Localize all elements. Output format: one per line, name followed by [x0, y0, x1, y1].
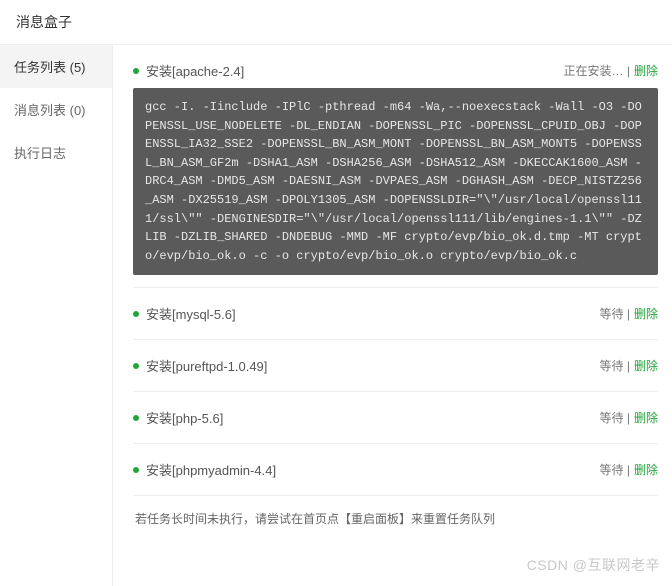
status-dot-icon: [133, 467, 139, 473]
task-status: 等待 |: [600, 461, 630, 478]
task-head: 安装[mysql-5.6] 等待 | 删除: [133, 304, 658, 323]
task-head: 安装[apache-2.4] 正在安装… | 删除: [133, 61, 658, 80]
task-status: 等待 |: [600, 305, 630, 322]
task-title: 安装[php-5.6]: [146, 408, 223, 427]
task-right: 等待 | 删除: [600, 305, 658, 322]
task-title: 安装[mysql-5.6]: [146, 304, 236, 323]
task-left: 安装[apache-2.4]: [133, 61, 244, 80]
footer-note: 若任务长时间未执行，请尝试在首页点【重启面板】来重置任务队列: [133, 496, 658, 527]
status-dot-icon: [133, 415, 139, 421]
task-head: 安装[php-5.6] 等待 | 删除: [133, 408, 658, 427]
task-status: 等待 |: [600, 409, 630, 426]
task-right: 等待 | 删除: [600, 461, 658, 478]
delete-button[interactable]: 删除: [634, 62, 658, 79]
status-dot-icon: [133, 363, 139, 369]
sidebar-item-logs[interactable]: 执行日志: [0, 131, 112, 174]
container: 任务列表 (5) 消息列表 (0) 执行日志 安装[apache-2.4] 正在…: [0, 45, 672, 586]
task-head: 安装[pureftpd-1.0.49] 等待 | 删除: [133, 356, 658, 375]
status-dot-icon: [133, 68, 139, 74]
delete-button[interactable]: 删除: [634, 357, 658, 374]
sidebar-item-messages[interactable]: 消息列表 (0): [0, 88, 112, 131]
task-title: 安装[phpmyadmin-4.4]: [146, 460, 276, 479]
task-status: 正在安装… |: [564, 62, 630, 79]
delete-button[interactable]: 删除: [634, 305, 658, 322]
task-title: 安装[apache-2.4]: [146, 61, 244, 80]
task-row: 安装[mysql-5.6] 等待 | 删除: [133, 288, 658, 340]
task-left: 安装[pureftpd-1.0.49]: [133, 356, 267, 375]
task-left: 安装[phpmyadmin-4.4]: [133, 460, 276, 479]
task-row: 安装[pureftpd-1.0.49] 等待 | 删除: [133, 340, 658, 392]
console-output: gcc -I. -Iinclude -IPlC -pthread -m64 -W…: [133, 88, 658, 275]
sidebar-item-tasks[interactable]: 任务列表 (5): [0, 45, 112, 88]
sidebar: 任务列表 (5) 消息列表 (0) 执行日志: [0, 45, 113, 586]
modal-title: 消息盒子: [0, 0, 672, 45]
task-row: 安装[php-5.6] 等待 | 删除: [133, 392, 658, 444]
task-left: 安装[php-5.6]: [133, 408, 223, 427]
task-title: 安装[pureftpd-1.0.49]: [146, 356, 267, 375]
task-right: 等待 | 删除: [600, 357, 658, 374]
task-row: 安装[apache-2.4] 正在安装… | 删除 gcc -I. -Iincl…: [133, 45, 658, 288]
task-head: 安装[phpmyadmin-4.4] 等待 | 删除: [133, 460, 658, 479]
task-status: 等待 |: [600, 357, 630, 374]
delete-button[interactable]: 删除: [634, 461, 658, 478]
task-row: 安装[phpmyadmin-4.4] 等待 | 删除: [133, 444, 658, 496]
task-left: 安装[mysql-5.6]: [133, 304, 236, 323]
status-dot-icon: [133, 311, 139, 317]
main-panel: 安装[apache-2.4] 正在安装… | 删除 gcc -I. -Iincl…: [113, 45, 672, 586]
delete-button[interactable]: 删除: [634, 409, 658, 426]
task-right: 等待 | 删除: [600, 409, 658, 426]
task-right: 正在安装… | 删除: [564, 62, 658, 79]
